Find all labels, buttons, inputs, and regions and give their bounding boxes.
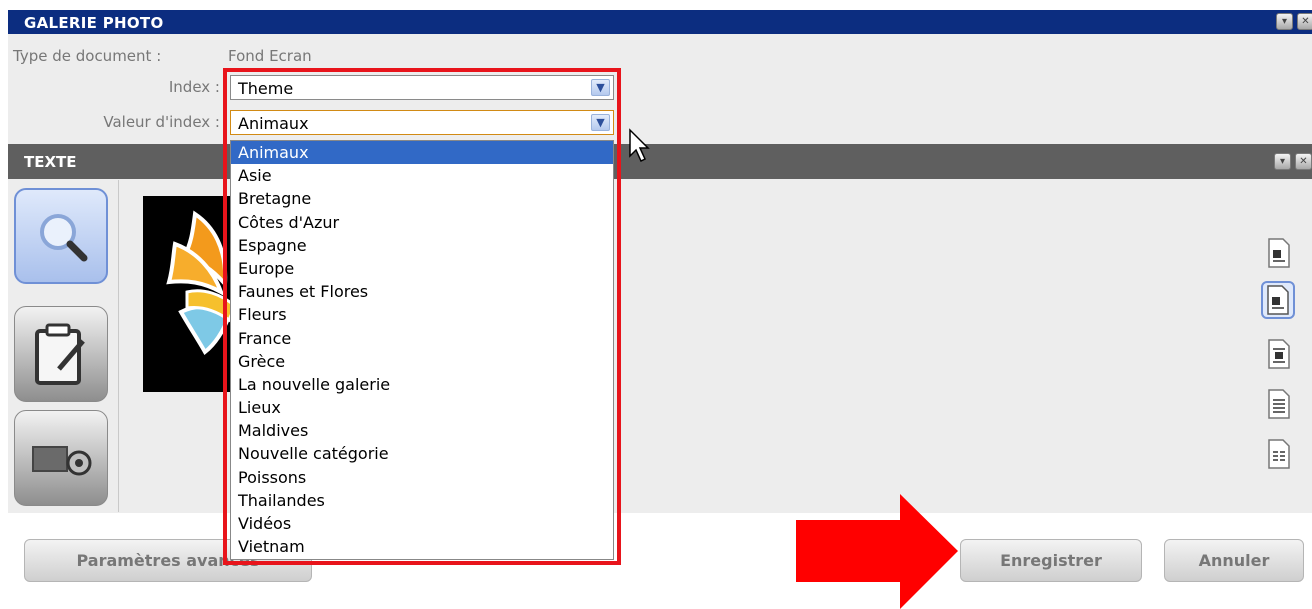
image-settings-icon (32, 446, 92, 476)
align-center-icon[interactable] (1266, 338, 1292, 370)
clipboard-edit-icon (35, 323, 85, 385)
image-tool-button[interactable] (14, 410, 108, 506)
close-button[interactable]: ✕ (1295, 153, 1312, 170)
close-button[interactable]: ✕ (1297, 13, 1312, 30)
document-type-label: Type de document : (13, 47, 162, 65)
section-header-texte: TEXTE ▾ ✕ (8, 144, 1312, 179)
window-title: GALERIE PHOTO (24, 14, 164, 32)
mouse-cursor-icon (629, 128, 650, 163)
index-label: Index : (168, 78, 220, 96)
align-left-icon[interactable] (1266, 237, 1292, 269)
minimize-button[interactable]: ▾ (1276, 13, 1293, 30)
align-justify-icon[interactable] (1266, 388, 1292, 420)
search-icon (40, 214, 88, 262)
align-columns-icon[interactable] (1266, 438, 1292, 470)
annotation-arrow-icon (796, 494, 958, 609)
index-value-label: Valeur d'index : (103, 113, 220, 131)
sidebar-divider (118, 180, 119, 512)
section-title: TEXTE (24, 153, 77, 171)
window-titlebar: GALERIE PHOTO ▾ ✕ (8, 10, 1312, 34)
align-right-icon (1267, 285, 1289, 315)
edit-tool-button[interactable] (14, 306, 108, 402)
search-tool-button[interactable] (14, 188, 108, 284)
collapse-button[interactable]: ▾ (1274, 153, 1291, 170)
align-right-button[interactable] (1261, 281, 1295, 319)
document-type-value: Fond Ecran (228, 47, 312, 65)
cancel-button[interactable]: Annuler (1164, 539, 1304, 582)
highlight-outline (223, 68, 621, 565)
save-button[interactable]: Enregistrer (960, 539, 1142, 582)
